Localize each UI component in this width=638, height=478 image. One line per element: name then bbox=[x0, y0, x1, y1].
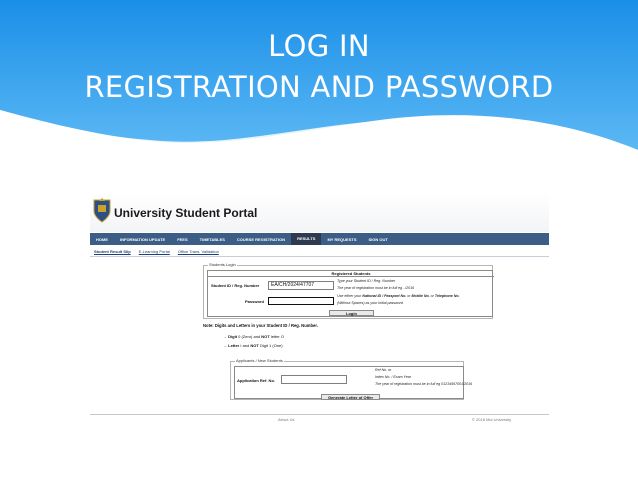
nav-results[interactable]: RESULTS bbox=[291, 233, 322, 245]
registered-students-heading: Registered Students bbox=[208, 271, 494, 277]
slide-title-line2: REGISTRATION AND PASSWORD bbox=[84, 70, 554, 104]
portal-navbar: HOME INFORMATION UPDATE FEES TIMETABLES … bbox=[90, 233, 549, 245]
student-id-input[interactable]: EA/CH/2024/47707 bbox=[268, 281, 334, 290]
subnav-elearning[interactable]: E-Learning Portal bbox=[135, 249, 174, 254]
slide-title-line1: LOG IN bbox=[268, 29, 370, 63]
subnav-result-slip[interactable]: Student Result Slip bbox=[90, 249, 135, 254]
applicants-table: Application Ref. No. Ref No. or Index No… bbox=[234, 366, 472, 400]
students-login-panel: Students Login Registered Students Stude… bbox=[203, 262, 494, 319]
nav-home[interactable]: HOME bbox=[90, 237, 114, 242]
index-hint: Index No. / Exam Year bbox=[375, 375, 411, 379]
registered-students-table: Registered Students Student ID / Reg. Nu… bbox=[207, 270, 494, 317]
year-hint: The year of registration must be in full… bbox=[375, 382, 473, 386]
note-bullet-digit: → Digit 0 (Zero) and NOT letter O bbox=[223, 334, 284, 339]
student-id-hint: Type your Student ID / Reg. Number bbox=[337, 279, 396, 283]
note-bullet-letter: → Letter I and NOT Digit 1 (One) bbox=[223, 343, 283, 348]
student-id-label: Student ID / Reg. Number bbox=[211, 283, 260, 288]
students-login-legend: Students Login bbox=[208, 262, 237, 267]
portal-subnav: Student Result Slip E-Learning Portal Of… bbox=[90, 246, 549, 257]
id-note: Note: Digits and Letters in your Student… bbox=[203, 323, 318, 328]
nav-my-requests[interactable]: MY REQUESTS bbox=[321, 237, 362, 242]
password-label: Password bbox=[245, 299, 264, 304]
applicants-legend: Applicants / New Students bbox=[235, 358, 284, 363]
nav-information-update[interactable]: INFORMATION UPDATE bbox=[114, 237, 171, 242]
nav-fees[interactable]: FEES bbox=[171, 237, 193, 242]
subnav-trans-validation[interactable]: Office Trans. Validation bbox=[174, 249, 223, 254]
password-hint: Use either your National ID / Passport N… bbox=[337, 294, 460, 298]
ref-hint: Ref No. or bbox=[375, 368, 392, 372]
footer-divider bbox=[90, 414, 549, 415]
nav-timetables[interactable]: TIMETABLES bbox=[194, 237, 231, 242]
nav-course-registration[interactable]: COURSE REGISTRATION bbox=[231, 237, 291, 242]
nav-sign-out[interactable]: SIGN OUT bbox=[362, 237, 393, 242]
application-ref-label: Application Ref. No. bbox=[237, 378, 275, 383]
login-button[interactable]: Login bbox=[329, 310, 374, 316]
generate-offer-button[interactable]: Generate Letter of Offer bbox=[321, 394, 380, 400]
footer-copyright: © 2016 Moi University bbox=[472, 417, 512, 422]
password-input[interactable] bbox=[268, 297, 334, 305]
password-hint-spaces: (Without Spaces) as your initial passwor… bbox=[337, 301, 403, 305]
portal-header: University Student Portal bbox=[90, 192, 549, 232]
footer-about-link[interactable]: About Us bbox=[278, 417, 294, 422]
portal-title: University Student Portal bbox=[114, 206, 258, 220]
portal-screenshot: University Student Portal HOME INFORMATI… bbox=[90, 192, 549, 426]
applicants-panel: Applicants / New Students Application Re… bbox=[230, 358, 472, 400]
student-id-hint-year: The year of registration must be in full… bbox=[337, 286, 415, 290]
application-ref-input[interactable] bbox=[281, 375, 347, 384]
slide-header: LOG IN REGISTRATION AND PASSWORD bbox=[0, 0, 638, 175]
university-crest-icon bbox=[93, 198, 111, 223]
